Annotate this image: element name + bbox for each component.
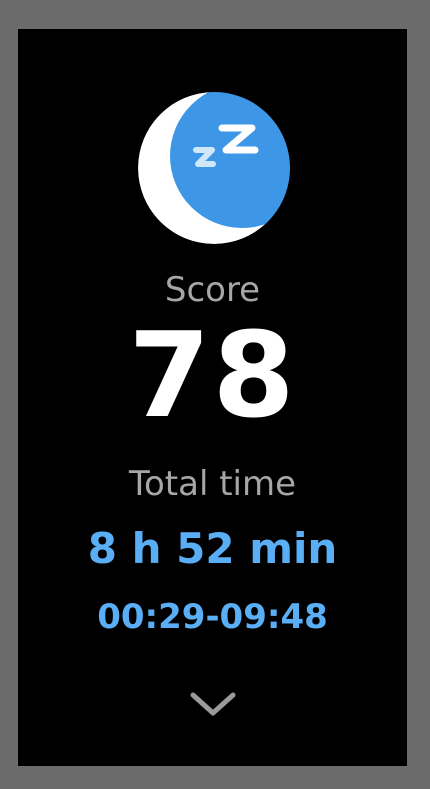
total-time-value: 8 h 52 min bbox=[87, 524, 338, 573]
sleep-time-range: 00:29-09:48 bbox=[97, 597, 328, 637]
watch-screen: Score 78 Total time 8 h 52 min 00:29-09:… bbox=[18, 29, 407, 766]
total-time-label: Total time bbox=[128, 464, 297, 504]
score-value: 78 bbox=[128, 306, 297, 444]
chevron-down-icon[interactable] bbox=[188, 689, 238, 721]
moon-sleep-icon bbox=[138, 92, 290, 244]
